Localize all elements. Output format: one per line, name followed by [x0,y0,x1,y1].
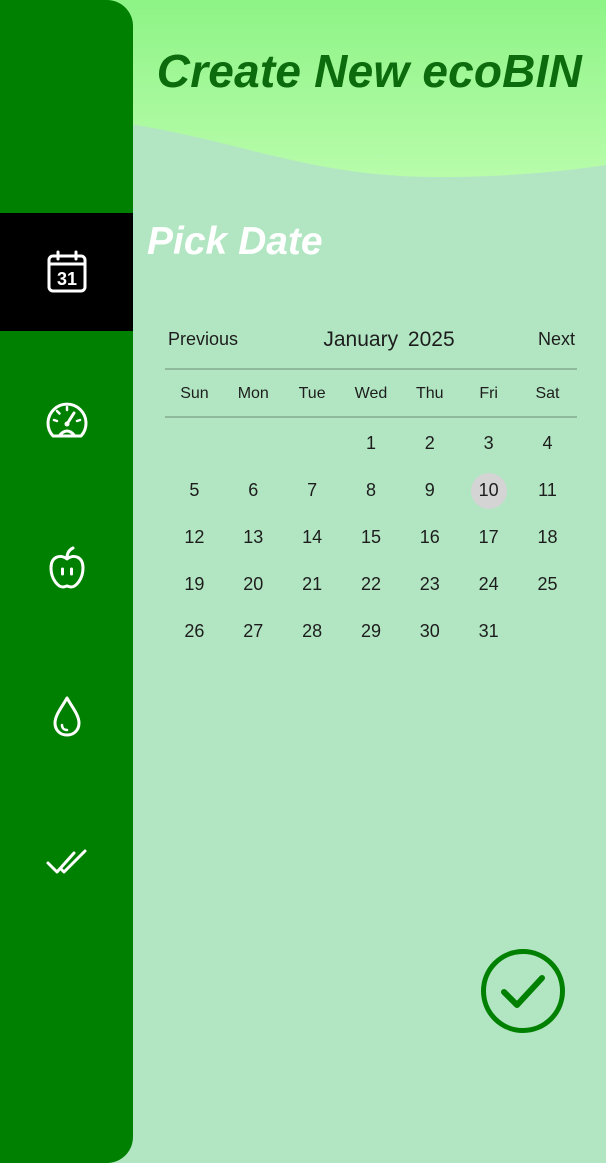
day-button[interactable]: 1 [353,426,389,462]
weekday-label: Thu [416,385,444,402]
day-cell: 28 [283,608,342,655]
day-button[interactable]: 31 [471,614,507,650]
day-button[interactable]: 23 [412,567,448,603]
empty-day-cell [165,420,224,467]
day-cell: 12 [165,514,224,561]
day-cell: 17 [459,514,518,561]
day-button[interactable]: 3 [471,426,507,462]
weekday-label: Mon [237,385,269,402]
day-cell: 5 [165,467,224,514]
day-cell: 14 [283,514,342,561]
day-button[interactable]: 17 [471,520,507,556]
day-button[interactable]: 25 [529,567,565,603]
day-button[interactable]: 11 [529,473,565,509]
day-cell: 22 [342,561,401,608]
days-grid: 1 2 3 4 5 6 7 8 9 10 11 12 13 14 15 16 17 18 19 20 21 22 23 24 2… [165,418,577,655]
day-button[interactable]: 16 [412,520,448,556]
day-cell: 24 [459,561,518,608]
day-button[interactable]: 14 [294,520,330,556]
next-month-button[interactable]: Next [538,329,575,350]
day-button[interactable]: 5 [176,473,212,509]
confirm-button[interactable] [480,948,566,1034]
calendar-icon: 31 [47,250,86,293]
day-cell: 23 [400,561,459,608]
day-button[interactable]: 20 [235,567,271,603]
day-button[interactable]: 28 [294,614,330,650]
day-button[interactable]: 19 [176,567,212,603]
day-cell: 29 [342,608,401,655]
month-title: January 2025 [323,328,455,351]
day-button[interactable]: 8 [353,473,389,509]
day-cell: 13 [224,514,283,561]
day-button[interactable]: 30 [412,614,448,650]
day-cell: 11 [518,467,577,514]
weekday-label: Wed [354,385,388,402]
day-cell: 10 [459,467,518,514]
calendar: Previous January 2025 Next Sun Mon Tue W… [165,320,577,655]
gauge-icon [46,402,87,438]
weekday-row: Sun Mon Tue Wed Thu Fri Sat [165,370,577,416]
day-cell: 27 [224,608,283,655]
day-button[interactable]: 2 [412,426,448,462]
day-cell: 30 [400,608,459,655]
sidebar-item-food[interactable] [0,509,133,627]
water-drop-icon [53,696,80,737]
page-title: Create New ecoBIN [156,45,582,97]
day-cell: 26 [165,608,224,655]
sidebar-item-date[interactable]: 31 [0,213,133,331]
day-button[interactable]: 18 [529,520,565,556]
day-cell: 31 [459,608,518,655]
apple-icon [49,546,84,589]
weekday-label: Fri [479,385,498,402]
day-button[interactable]: 26 [176,614,212,650]
day-cell: 19 [165,561,224,608]
day-button[interactable]: 7 [294,473,330,509]
day-cell: 15 [342,514,401,561]
day-button[interactable]: 24 [471,567,507,603]
weekday-label: Sat [535,385,560,402]
day-button[interactable]: 9 [412,473,448,509]
sidebar: 31 [0,0,133,1163]
day-cell: 9 [400,467,459,514]
section-title: Pick Date [147,220,323,263]
weekday-label: Tue [298,385,326,402]
check-circle-icon [481,949,565,1033]
day-button[interactable]: 21 [294,567,330,603]
day-cell: 2 [400,420,459,467]
day-cell: 21 [283,561,342,608]
calendar-icon-label: 31 [56,269,76,289]
sidebar-item-done[interactable] [0,803,133,921]
day-cell: 1 [342,420,401,467]
day-button[interactable]: 13 [235,520,271,556]
day-button[interactable]: 22 [353,567,389,603]
day-button[interactable]: 15 [353,520,389,556]
double-check-icon [46,849,86,874]
day-button[interactable]: 4 [529,426,565,462]
day-cell: 6 [224,467,283,514]
weekday-label: Sun [180,385,209,402]
sidebar-item-gauge[interactable] [0,361,133,479]
day-button[interactable]: 6 [235,473,271,509]
day-cell: 16 [400,514,459,561]
calendar-header: Previous January 2025 Next [165,320,577,368]
day-cell: 18 [518,514,577,561]
day-cell: 25 [518,561,577,608]
day-cell: 4 [518,420,577,467]
day-cell: 8 [342,467,401,514]
day-cell: 20 [224,561,283,608]
empty-day-cell [283,420,342,467]
sidebar-item-water[interactable] [0,657,133,775]
day-button[interactable]: 27 [235,614,271,650]
selected-day[interactable]: 10 [470,472,507,509]
day-button[interactable]: 29 [353,614,389,650]
empty-day-cell [224,420,283,467]
day-cell: 3 [459,420,518,467]
day-cell: 7 [283,467,342,514]
day-button[interactable]: 12 [176,520,212,556]
